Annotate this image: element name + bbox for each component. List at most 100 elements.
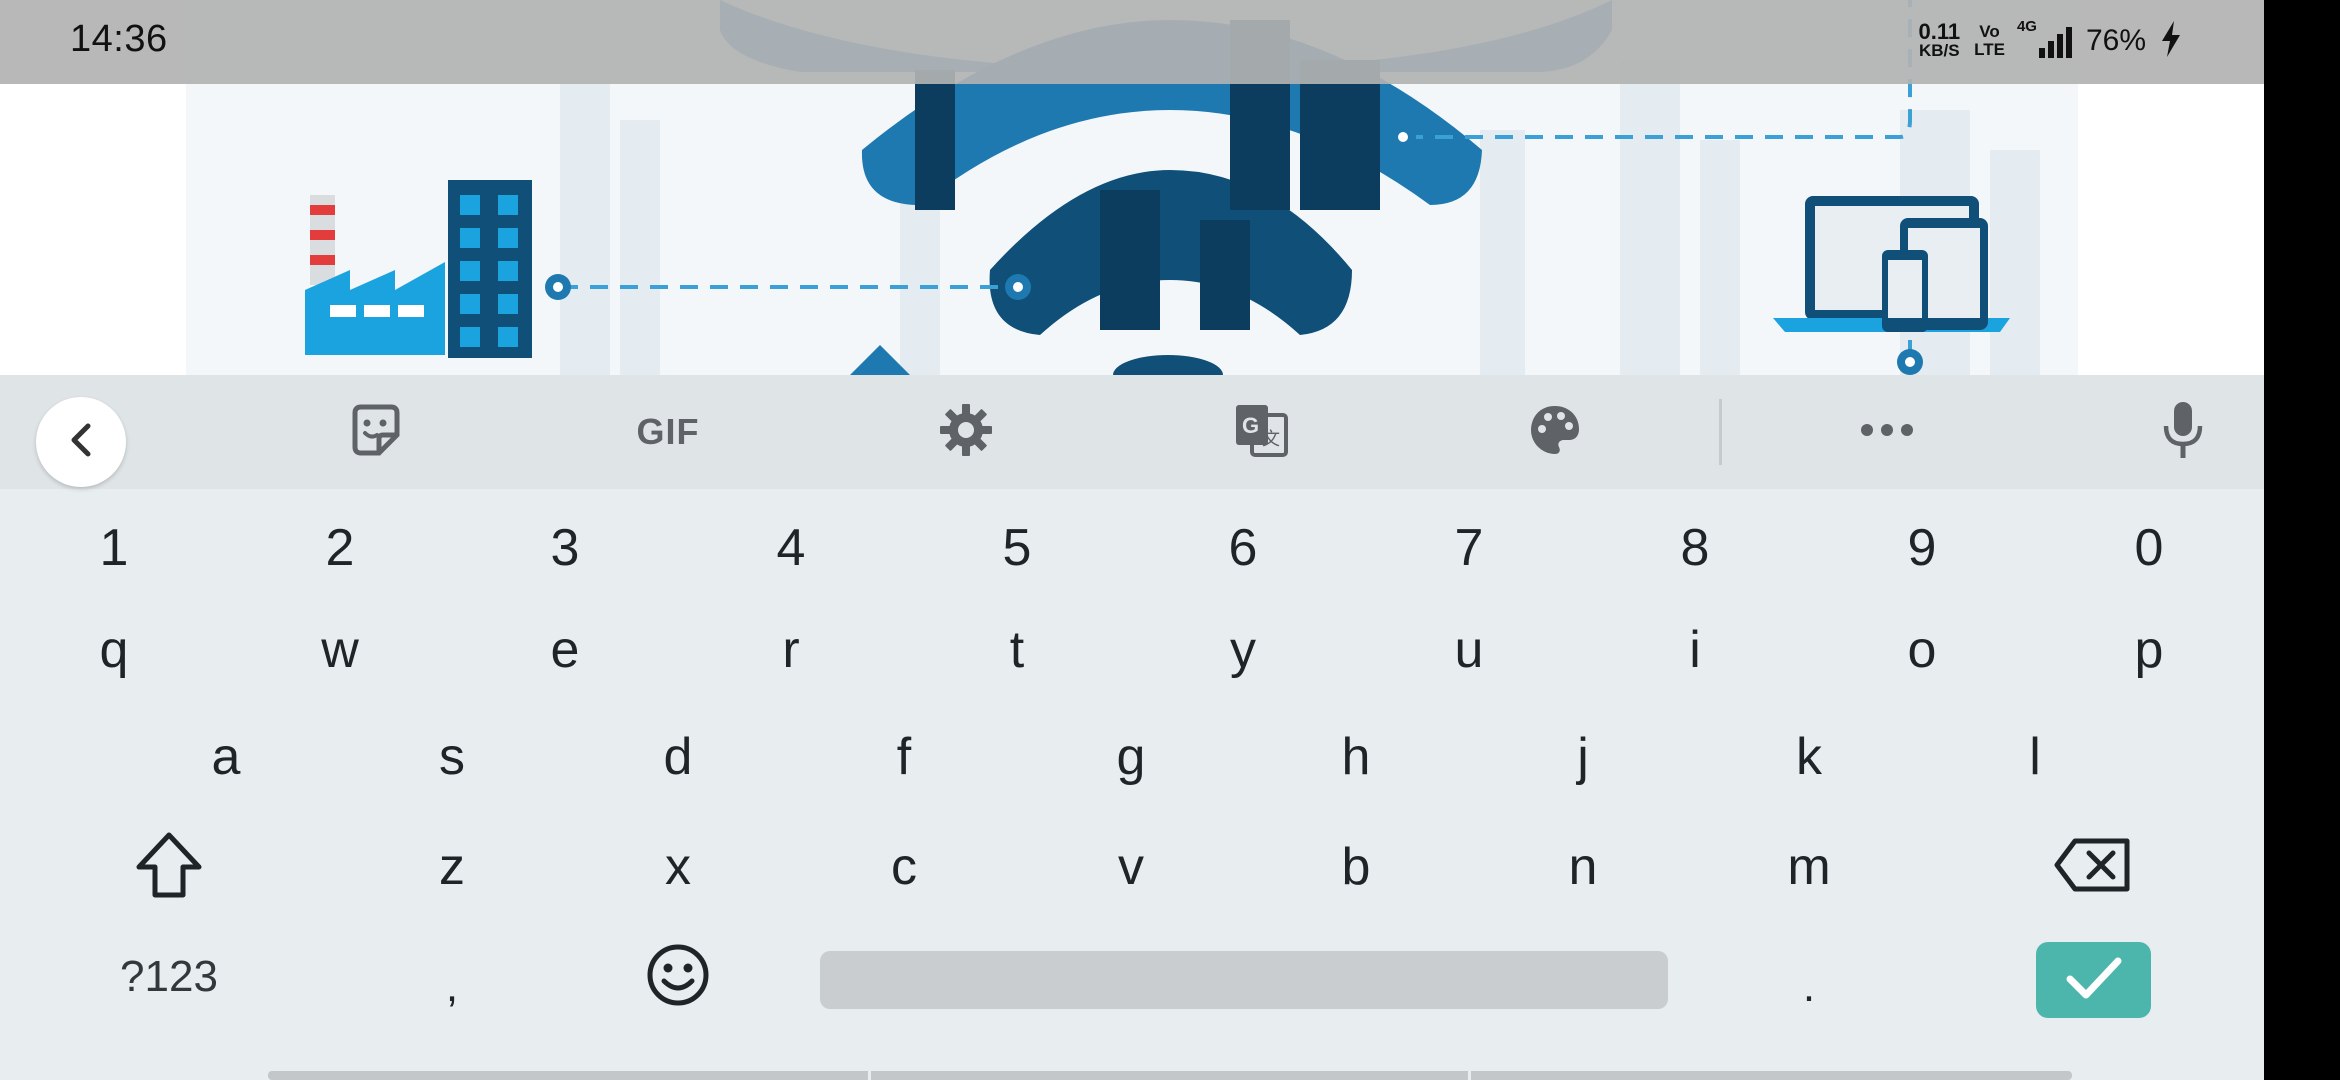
- key-2[interactable]: 2: [227, 498, 453, 598]
- key-k[interactable]: k: [1696, 707, 1922, 807]
- key-5[interactable]: 5: [904, 498, 1130, 598]
- toolbar-divider: [1719, 399, 1722, 465]
- key-m[interactable]: m: [1696, 817, 1922, 917]
- gif-icon: GIF: [636, 411, 700, 452]
- symbols-key[interactable]: ?123: [56, 922, 282, 1032]
- space-key[interactable]: [820, 951, 1668, 1009]
- signal-icon: 4G: [2017, 18, 2072, 58]
- shift-key[interactable]: [56, 817, 282, 917]
- svg-text:文: 文: [1262, 429, 1280, 450]
- gif-button[interactable]: GIF: [618, 397, 718, 467]
- key-d[interactable]: d: [565, 707, 791, 807]
- key-u[interactable]: u: [1356, 600, 1582, 700]
- letter-row-3: z x c v b n m: [0, 817, 2264, 917]
- enter-key[interactable]: [2036, 942, 2151, 1018]
- key-label: y: [1230, 621, 1256, 679]
- key-f[interactable]: f: [791, 707, 1017, 807]
- key-9[interactable]: 9: [1809, 498, 2035, 598]
- key-label: t: [1009, 621, 1025, 679]
- key-7[interactable]: 7: [1356, 498, 1582, 598]
- key-x[interactable]: x: [565, 817, 791, 917]
- key-q[interactable]: q: [1, 600, 227, 700]
- key-label: h: [1341, 728, 1371, 786]
- settings-button[interactable]: [931, 397, 1001, 467]
- symbols-label: ?123: [120, 952, 218, 1001]
- key-0[interactable]: 0: [2036, 498, 2262, 598]
- microphone-icon: [2161, 400, 2205, 465]
- key-z[interactable]: z: [339, 817, 565, 917]
- key-6[interactable]: 6: [1130, 498, 1356, 598]
- emoji-key[interactable]: [565, 922, 791, 1032]
- keyboard-toolbar: GIF G 文: [0, 375, 2264, 489]
- key-r[interactable]: r: [678, 600, 904, 700]
- network-speed-value: 0.11: [1918, 19, 1961, 44]
- key-label: x: [665, 838, 691, 896]
- battery-percent: 76%: [2085, 24, 2146, 57]
- key-label: q: [99, 621, 129, 679]
- shift-icon: [133, 831, 205, 904]
- key-c[interactable]: c: [791, 817, 1017, 917]
- backspace-key[interactable]: [1980, 817, 2206, 917]
- key-v[interactable]: v: [1018, 817, 1244, 917]
- key-label: m: [1787, 838, 1831, 896]
- key-label: j: [1577, 728, 1589, 786]
- key-label: v: [1118, 838, 1144, 896]
- period-key[interactable]: .: [1696, 922, 1922, 1032]
- comma-key[interactable]: ,: [339, 922, 565, 1032]
- key-i[interactable]: i: [1582, 600, 1808, 700]
- key-label: 0: [2134, 519, 2164, 577]
- more-options-button[interactable]: [1852, 397, 1922, 467]
- network-type: 4G: [2016, 18, 2037, 35]
- key-g[interactable]: g: [1018, 707, 1244, 807]
- key-n[interactable]: n: [1470, 817, 1696, 917]
- letter-row-2: a s d f g h j k l: [0, 707, 2264, 807]
- letter-row-1: q w e r t y u i o p: [0, 600, 2264, 700]
- key-label: b: [1341, 838, 1371, 896]
- key-4[interactable]: 4: [678, 498, 904, 598]
- status-bar: 14:36 0.11 KB/S Vo LTE 4G 76%: [0, 0, 2264, 84]
- key-label: 3: [550, 519, 580, 577]
- network-speed-unit: KB/S: [1918, 41, 1960, 60]
- key-h[interactable]: h: [1243, 707, 1469, 807]
- translate-button[interactable]: G 文: [1226, 397, 1296, 467]
- key-label: n: [1568, 838, 1598, 896]
- key-label: 7: [1454, 519, 1484, 577]
- emoji-icon: [646, 943, 710, 1012]
- gear-icon: [938, 402, 994, 463]
- key-e[interactable]: e: [452, 600, 678, 700]
- key-y[interactable]: y: [1130, 600, 1356, 700]
- screen-edge: [2264, 0, 2340, 1080]
- key-b[interactable]: b: [1243, 817, 1469, 917]
- key-a[interactable]: a: [113, 707, 339, 807]
- key-label: k: [1796, 728, 1822, 786]
- voice-input-button[interactable]: [2148, 397, 2218, 467]
- key-label: 4: [776, 519, 806, 577]
- theme-button[interactable]: [1520, 397, 1590, 467]
- key-s[interactable]: s: [339, 707, 565, 807]
- key-1[interactable]: 1: [1, 498, 227, 598]
- key-label: e: [550, 621, 580, 679]
- key-label: i: [1689, 621, 1701, 679]
- key-8[interactable]: 8: [1582, 498, 1808, 598]
- sticker-button[interactable]: [341, 397, 411, 467]
- key-label: f: [896, 728, 912, 786]
- key-j[interactable]: j: [1470, 707, 1696, 807]
- status-indicators: 0.11 KB/S Vo LTE 4G 76%: [1918, 16, 2182, 66]
- translate-icon: G 文: [1232, 401, 1290, 464]
- key-l[interactable]: l: [1922, 707, 2148, 807]
- navigation-handle[interactable]: [268, 1071, 2072, 1080]
- collapse-toolbar-button[interactable]: [36, 397, 126, 487]
- key-w[interactable]: w: [227, 600, 453, 700]
- key-label: 1: [99, 519, 129, 577]
- backspace-icon: [2053, 835, 2133, 900]
- key-label: r: [782, 621, 800, 679]
- key-o[interactable]: o: [1809, 600, 2035, 700]
- key-label: o: [1907, 621, 1937, 679]
- key-label: s: [439, 728, 465, 786]
- key-p[interactable]: p: [2036, 600, 2262, 700]
- key-t[interactable]: t: [904, 600, 1130, 700]
- period-label: .: [1802, 962, 1816, 1011]
- key-label: u: [1454, 621, 1484, 679]
- key-label: 8: [1680, 519, 1710, 577]
- key-3[interactable]: 3: [452, 498, 678, 598]
